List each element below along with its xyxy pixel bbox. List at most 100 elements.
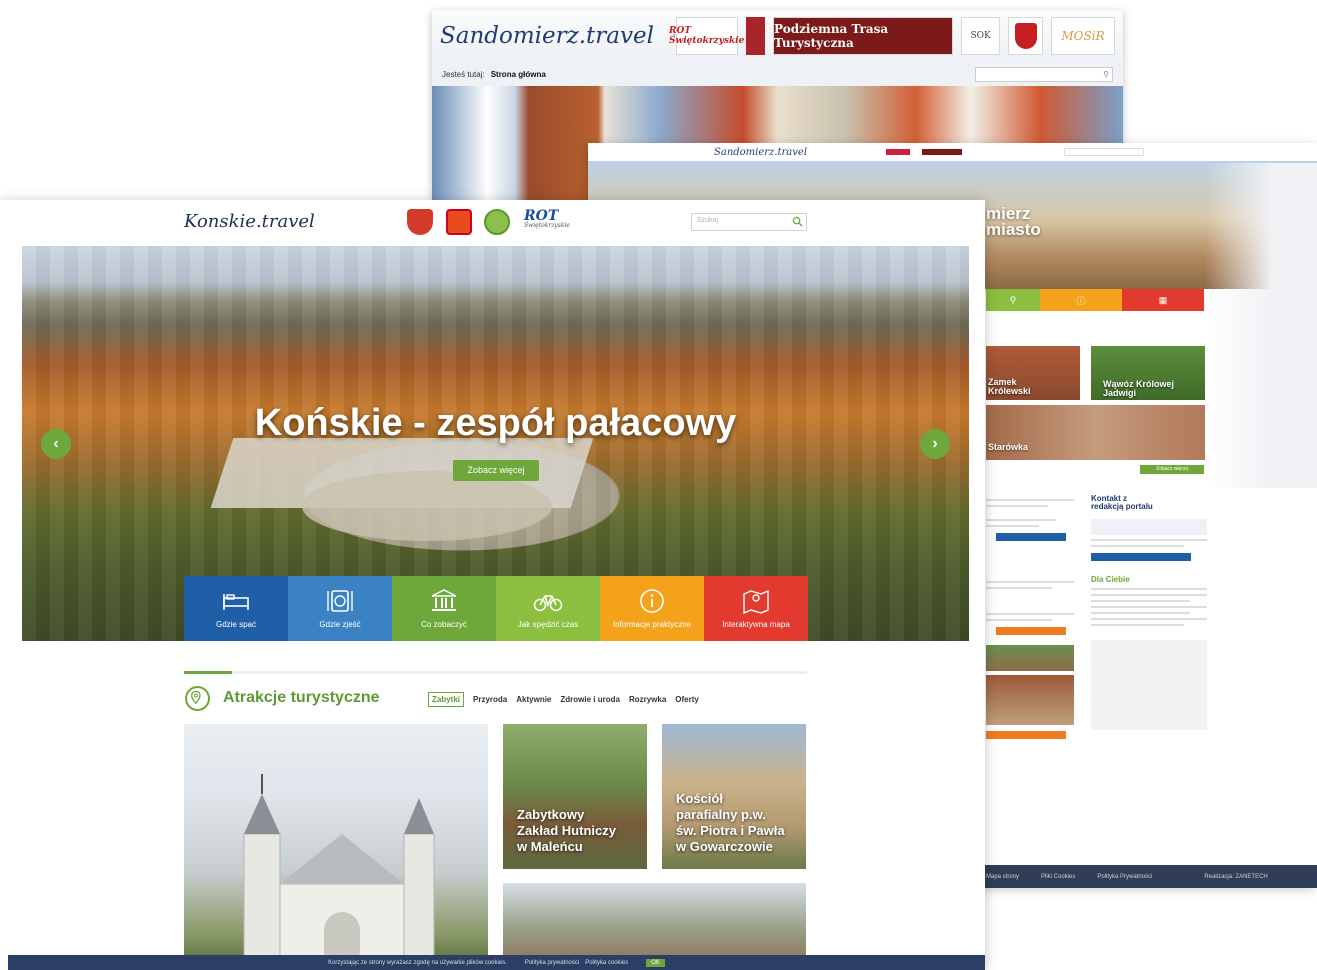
search-placeholder: Szukaj	[697, 217, 719, 224]
tile-gdzie-spac[interactable]: Gdzie spać	[184, 576, 288, 641]
attraction-card-gowarczow[interactable]: Kościół parafialny p.w. św. Piotra i Paw…	[662, 724, 806, 869]
sandomierz-header: Sandomierz.travel ROT Świętokrzyskie Pod…	[432, 10, 1123, 62]
divider	[986, 619, 1052, 621]
tile-informacje-praktyczne[interactable]: Informacje praktyczne	[600, 576, 704, 641]
tile-gdzie-zjesc[interactable]: Gdzie zjeść	[288, 576, 392, 641]
tile-jak-spedzic-czas[interactable]: ⚲	[986, 289, 1040, 311]
for-you-title: Dla Ciebie	[1091, 575, 1130, 584]
cookie-privacy-link[interactable]: Polityka prywatności	[525, 960, 579, 966]
search-icon[interactable]	[792, 216, 803, 227]
sandomierz-mini-logo[interactable]: Sandomierz.travel	[714, 147, 874, 158]
partner-trasa[interactable]: Podziemna Trasa Turystyczna	[773, 17, 954, 55]
attraction-card-church[interactable]	[184, 724, 488, 970]
tab-oferty[interactable]: Oferty	[675, 695, 699, 704]
list-item[interactable]	[1091, 624, 1184, 626]
location-pin-icon	[185, 686, 210, 711]
search-input[interactable]	[1064, 148, 1144, 156]
sandomierz-logo[interactable]: Sandomierz.travel	[440, 23, 668, 49]
pttk-badge-icon[interactable]	[484, 209, 510, 235]
tile-label: Gdzie spać	[215, 620, 257, 629]
cookie-bar: Korzystając ze strony wyrażasz zgodę na …	[8, 955, 985, 970]
footer-link[interactable]: Polityka Prywatności	[1097, 874, 1152, 880]
list-item[interactable]	[1091, 594, 1207, 596]
coat-of-arms-icon[interactable]	[1008, 17, 1043, 55]
ad-box[interactable]	[1091, 640, 1207, 730]
hero-title: mierz miasto	[986, 204, 1041, 239]
more-button[interactable]	[996, 627, 1066, 635]
more-button[interactable]: Zobacz więcej	[1140, 465, 1204, 474]
list-item[interactable]	[1091, 606, 1207, 608]
divider	[986, 519, 1057, 521]
screenshot-stage: Sandomierz.travel ROT Świętokrzyskie Pod…	[0, 0, 1317, 970]
partner-rot[interactable]: ROT Świętokrzyskie	[669, 17, 744, 55]
search-input[interactable]: ⚲	[975, 66, 1113, 82]
tower-icon[interactable]	[745, 17, 766, 55]
regional-emblem-icon[interactable]	[446, 209, 472, 235]
breadcrumb: Jesteś tutaj: Strona główna ⚲	[432, 62, 1123, 86]
card-wawoz[interactable]: Wąwóz Królowej Jadwigi	[1091, 346, 1205, 400]
attractions-tabs: Zabytki Przyroda Aktywnie Zdrowie i urod…	[428, 692, 699, 707]
map-icon	[743, 589, 769, 614]
cookie-policy-link[interactable]: Polityka cookies	[585, 960, 628, 966]
konskie-logo[interactable]: Konskie.travel	[184, 211, 315, 232]
tile-jak-spedzic-czas[interactable]: Jak spędzić czas	[496, 576, 600, 641]
news-column	[986, 495, 1074, 745]
list-item[interactable]	[1091, 588, 1207, 590]
tab-przyroda[interactable]: Przyroda	[473, 695, 507, 704]
divider	[986, 525, 1039, 527]
church-illustration	[243, 774, 435, 970]
sidebar-column: Kontakt z redakcją portalu Dla Ciebie	[1091, 495, 1207, 730]
attractions-title: Atrakcje turystyczne	[223, 689, 380, 706]
contact-box	[1091, 519, 1207, 535]
breadcrumb-prefix: Jesteś tutaj:	[442, 69, 485, 79]
tab-zabytki[interactable]: Zabytki	[428, 692, 465, 707]
search-icon[interactable]: ⚲	[1103, 70, 1109, 79]
tile-label: Co zobaczyć	[421, 620, 467, 629]
search-input[interactable]: Szukaj	[691, 213, 807, 231]
cookie-text: Korzystając ze strony wyrażasz zgodę na …	[328, 959, 507, 966]
more-button[interactable]	[1091, 553, 1191, 561]
bicycle-icon: ⚲	[1009, 294, 1017, 305]
next-arrow-button[interactable]: ›	[920, 429, 950, 459]
footer-link: Realizacja: ZANETECH	[1204, 873, 1268, 880]
tab-zdrowie[interactable]: Zdrowie i uroda	[560, 695, 620, 704]
contact-title: Kontakt z redakcją portalu	[1091, 494, 1153, 511]
footer-link[interactable]: Pliki Cookies	[1041, 874, 1075, 880]
tile-co-zobaczyc[interactable]: Co zobaczyć	[392, 576, 496, 641]
attraction-card-malenec[interactable]: Zabytkowy Zakład Hutniczy w Maleńcu	[503, 724, 647, 869]
tab-rozrywka[interactable]: Rozrywka	[629, 695, 666, 704]
plate-icon	[327, 590, 353, 612]
partner-mosir[interactable]: MOSiR	[1051, 17, 1115, 55]
rot-logo[interactable]: ROT Świętokrzyskie	[524, 208, 578, 236]
sandomierz-tiles: ⚲ ⓘ ▦	[986, 289, 1204, 311]
list-item[interactable]	[1091, 600, 1190, 602]
prev-arrow-button[interactable]: ‹	[41, 429, 71, 459]
tab-aktywnie[interactable]: Aktywnie	[516, 695, 551, 704]
tile-mapa[interactable]: ▦	[1122, 289, 1204, 311]
more-button[interactable]	[996, 533, 1066, 541]
news-thumbnail[interactable]	[986, 675, 1074, 725]
rot-logo-sub: Świętokrzyskie	[524, 222, 570, 229]
list-item[interactable]	[1091, 618, 1207, 620]
list-item[interactable]	[1091, 612, 1190, 614]
card-starowka[interactable]: Starówka	[986, 405, 1205, 460]
cookie-ok-button[interactable]: OK	[646, 958, 665, 967]
partner-sok[interactable]: SOK	[961, 17, 1001, 55]
sandomierz-mini-header: Sandomierz.travel	[588, 143, 1317, 161]
coat-of-arms-icon[interactable]	[407, 209, 433, 235]
tile-label: Interaktywna mapa	[722, 620, 790, 629]
tile-informacje[interactable]: ⓘ	[1040, 289, 1122, 311]
more-button[interactable]	[986, 731, 1066, 739]
card-caption: Kościół parafialny p.w. św. Piotra i Paw…	[676, 791, 785, 854]
hero-more-button[interactable]: Zobacz więcej	[453, 460, 539, 481]
partner-chip[interactable]	[886, 149, 910, 155]
faded-overlay	[1205, 163, 1317, 488]
tile-interaktywna-mapa[interactable]: Interaktywna mapa	[704, 576, 808, 641]
partner-chip[interactable]	[922, 149, 962, 155]
news-thumbnail[interactable]	[986, 645, 1074, 671]
card-caption: Starówka	[988, 442, 1029, 452]
footer-link[interactable]: Mapa strony	[986, 874, 1019, 880]
card-zamek[interactable]: Zamek Królewski	[986, 346, 1080, 400]
garden-shape	[302, 471, 552, 541]
breadcrumb-current[interactable]: Strona główna	[491, 70, 546, 79]
